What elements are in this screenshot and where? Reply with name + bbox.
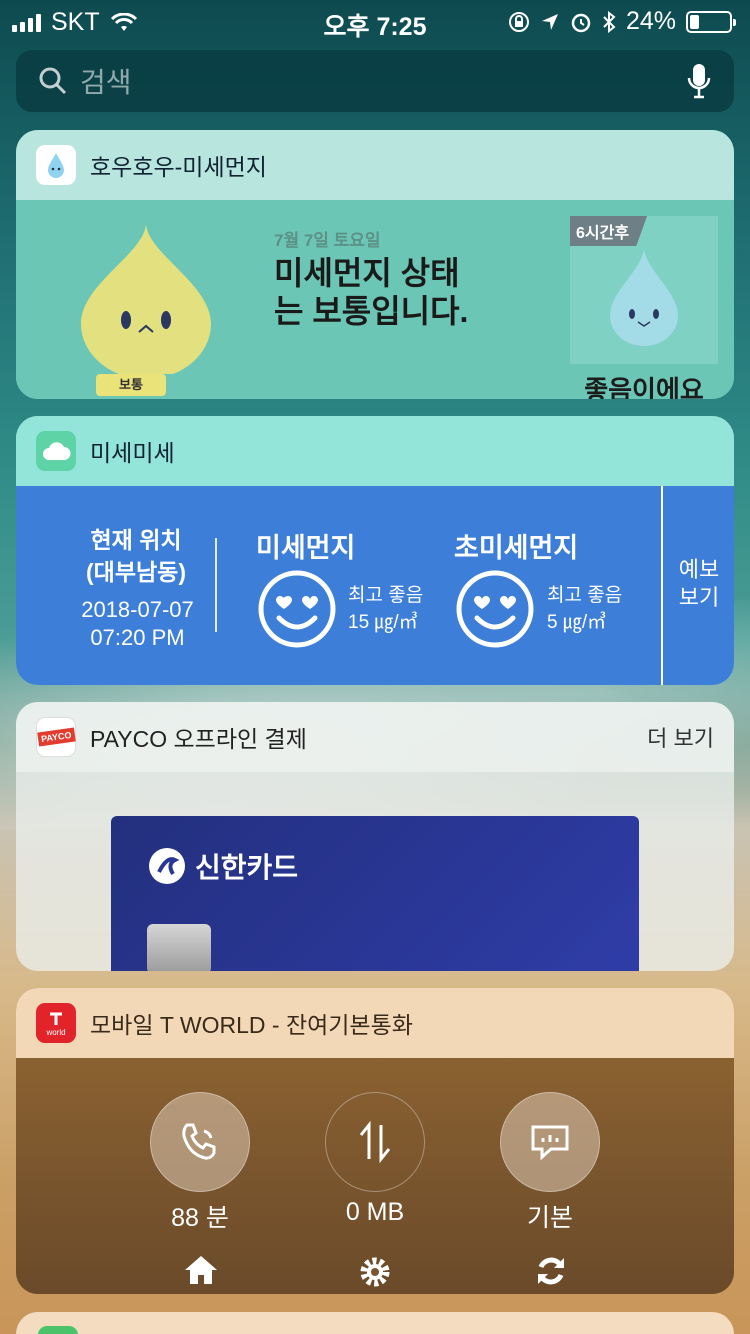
widget-title: 미세미세	[90, 440, 175, 466]
forecast-text: 좋음이에요	[584, 375, 704, 399]
pm25-value: 5 ㎍/㎥	[547, 612, 607, 633]
card-brand-name: 신한카드	[195, 852, 299, 883]
widget-header: 호우호우-미세먼지	[16, 130, 734, 200]
date-value: 2018-07-07	[81, 597, 194, 622]
smile-face-icon	[258, 570, 336, 648]
forecast-box: 6시간후	[570, 216, 718, 364]
message-icon	[531, 1125, 569, 1161]
bluetooth-icon	[603, 10, 616, 33]
divider	[661, 486, 663, 685]
widget-title: 모바일 T WORLD - 잔여기본통화	[90, 1012, 413, 1038]
card-chip	[147, 924, 211, 971]
widget-partial[interactable]	[16, 1312, 734, 1334]
data-button[interactable]	[325, 1092, 425, 1192]
more-button[interactable]: 더 보기	[647, 721, 714, 753]
tworld-logo-text: world	[46, 1028, 66, 1037]
shinhan-logo-icon	[149, 848, 185, 884]
pm25-title: 초미세먼지	[454, 533, 579, 563]
microphone-icon[interactable]	[686, 62, 712, 100]
tworld-app-icon: world	[36, 1003, 76, 1043]
location-label: 현재 위치	[90, 527, 182, 553]
pm25-info: 최고 좋음 5 ㎍/㎥	[547, 582, 622, 636]
data-label: 0 MB	[345, 1198, 405, 1226]
divider	[215, 538, 217, 632]
pm25-grade: 최고 좋음	[547, 585, 623, 606]
pm10-info: 최고 좋음 15 ㎍/㎥	[348, 582, 423, 636]
battery-icon	[686, 10, 736, 33]
location-block: 현재 위치 (대부남동)	[46, 524, 226, 588]
dust-headline: 미세먼지 상태는 보통입니다.	[274, 255, 469, 329]
shinhan-card[interactable]: 신한카드	[111, 816, 639, 971]
alarm-icon	[571, 13, 591, 32]
data-transfer-icon	[359, 1120, 391, 1164]
minutes-label: 88 분	[171, 1204, 229, 1232]
smile-face-icon	[456, 570, 534, 648]
app-icon	[38, 1326, 78, 1334]
widget-header: PAYCO PAYCO 오프라인 결제 더 보기	[16, 702, 734, 772]
search-bar[interactable]: 검색	[16, 50, 734, 112]
datetime-block: 2018-07-07 07:20 PM	[40, 596, 235, 652]
voice-call-button[interactable]	[150, 1092, 250, 1192]
search-placeholder: 검색	[80, 67, 132, 98]
forecast-button[interactable]: 예보 보기	[674, 556, 724, 612]
widget-houhou[interactable]: 호우호우-미세먼지 보통 7월 7일 토요일 미세먼지 상태는 보통입니다. 6…	[16, 130, 734, 399]
status-badge: 보통	[96, 374, 166, 396]
forecast-tag: 6시간후	[570, 216, 648, 246]
basic-plan-button[interactable]	[500, 1092, 600, 1192]
plan-label: 기본	[526, 1204, 573, 1232]
misemise-app-icon	[36, 431, 76, 471]
widget-title: PAYCO 오프라인 결제	[90, 726, 307, 752]
payco-app-icon: PAYCO	[36, 717, 76, 757]
home-icon[interactable]	[184, 1254, 218, 1286]
widget-title: 호우호우-미세먼지	[90, 154, 267, 180]
phone-icon	[182, 1123, 216, 1160]
houhou-app-icon	[36, 145, 76, 185]
widget-header: 미세미세	[16, 416, 734, 486]
location-arrow-icon	[541, 13, 558, 30]
date-label: 7월 7일 토요일	[274, 231, 381, 250]
card-brand: 신한카드	[147, 846, 298, 886]
widget-payco[interactable]: PAYCO PAYCO 오프라인 결제 더 보기 신한카드	[16, 702, 734, 971]
gear-icon[interactable]	[357, 1254, 393, 1290]
rotation-lock-icon	[508, 11, 529, 32]
payco-logo: PAYCO	[36, 727, 76, 747]
status-bar: SKT 오후 7:25 24%	[0, 0, 750, 42]
refresh-icon[interactable]	[534, 1254, 568, 1288]
location-name: (대부남동)	[86, 559, 186, 585]
pm10-grade: 최고 좋음	[348, 585, 424, 606]
widget-misemise[interactable]: 미세미세 현재 위치 (대부남동) 2018-07-07 07:20 PM 미세…	[16, 416, 734, 685]
widget-tworld[interactable]: world 모바일 T WORLD - 잔여기본통화 88 분 0 MB 기본	[16, 988, 734, 1294]
pm10-title: 미세먼지	[256, 533, 356, 563]
search-icon	[39, 67, 67, 95]
time-value: 07:20 PM	[90, 625, 185, 650]
widget-header: world 모바일 T WORLD - 잔여기본통화	[16, 988, 734, 1058]
battery-percent: 24%	[625, 7, 676, 35]
pm10-value: 15 ㎍/㎥	[348, 612, 418, 633]
dust-character-icon	[81, 224, 211, 374]
